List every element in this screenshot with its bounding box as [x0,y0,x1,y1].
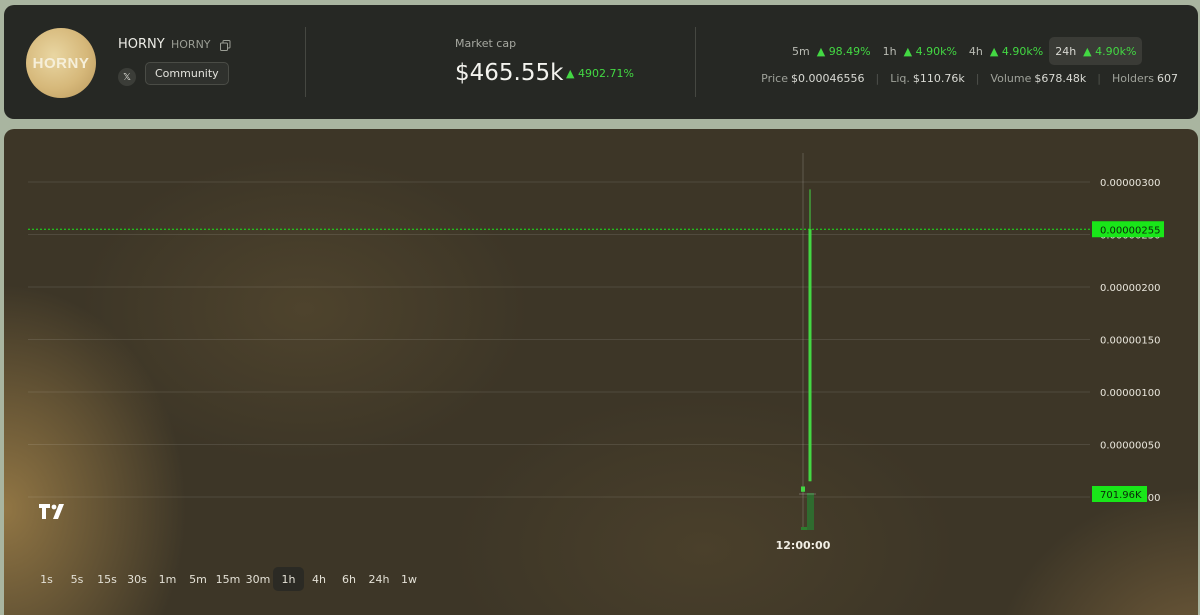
interval-30m[interactable]: 30m [243,567,273,591]
volume-bar [801,527,807,530]
current-price-label: 0.00000255 [1100,225,1160,236]
x-social-icon[interactable]: 𝕏 [118,68,136,86]
price-stat: Price $0.00046556 [761,72,865,85]
interval-4h[interactable]: 4h [304,567,334,591]
interval-5m[interactable]: 5m [183,567,213,591]
token-header: HORNY HORNY HORNY 𝕏 Community Market cap… [4,5,1198,119]
interval-6h[interactable]: 6h [334,567,364,591]
header-divider [305,27,306,97]
y-tick-label: 0.00000200 [1100,283,1160,294]
interval-1h[interactable]: 1h [273,567,304,591]
header-divider [695,27,696,97]
interval-15m[interactable]: 15m [213,567,243,591]
token-name: HORNY [118,37,165,52]
tradingview-logo-icon[interactable] [38,502,70,520]
interval-1s[interactable]: 1s [31,567,62,591]
holders-stat: Holders 607 [1111,72,1178,85]
y-tick-label: 0.00000100 [1100,388,1160,399]
market-cap-change: ▲ 4902.71% [566,67,634,80]
liquidity-stat: Liq. $110.76k [890,72,965,85]
candle-body [808,229,812,482]
y-tick-label: 0.00000050 [1100,441,1160,452]
token-stats: Price $0.00046556 | Liq. $110.76k | Volume… [761,72,1178,85]
interval-selector: 1s 5s 15s 30s 1m 5m 15m 30m 1h 4h 6h 24h 1w [31,567,424,591]
volume-label: 701.96K [1100,490,1142,501]
interval-30s[interactable]: 30s [122,567,152,591]
price-chart[interactable]: 0.000003000.000002500.000002000.00000150… [4,129,1198,615]
token-avatar[interactable]: HORNY [26,28,96,98]
timeframe-changes: 5m ▲ 98.49% 1h ▲ 4.90k% 4h ▲ 4.90k% 24h … [786,37,1143,65]
interval-15s[interactable]: 15s [92,567,122,591]
candle-body [801,486,805,492]
timeframe-24h[interactable]: 24h ▲ 4.90k% [1049,37,1143,65]
timeframe-4h[interactable]: 4h ▲ 4.90k% [963,37,1049,65]
market-cap-value: $465.55k [455,60,564,86]
interval-5s[interactable]: 5s [62,567,92,591]
token-symbol: HORNY [171,38,211,51]
timeframe-1h[interactable]: 1h ▲ 4.90k% [877,37,963,65]
volume-stat: Volume $678.48k [990,72,1087,85]
community-button[interactable]: Community [145,62,229,85]
price-chart-panel[interactable]: 0.000003000.000002500.000002000.00000150… [4,129,1198,615]
copy-icon[interactable] [220,40,231,51]
avatar-text: HORNY [32,54,90,72]
interval-1m[interactable]: 1m [152,567,183,591]
market-cap-label: Market cap [455,37,517,50]
interval-1w[interactable]: 1w [394,567,424,591]
x-tick-label: 12:00:00 [776,539,831,552]
timeframe-5m[interactable]: 5m ▲ 98.49% [786,37,877,65]
y-tick-label: 0.00000150 [1100,336,1160,347]
y-tick-label: 0.00000300 [1100,178,1160,189]
interval-24h[interactable]: 24h [364,567,394,591]
volume-bar [807,493,814,530]
